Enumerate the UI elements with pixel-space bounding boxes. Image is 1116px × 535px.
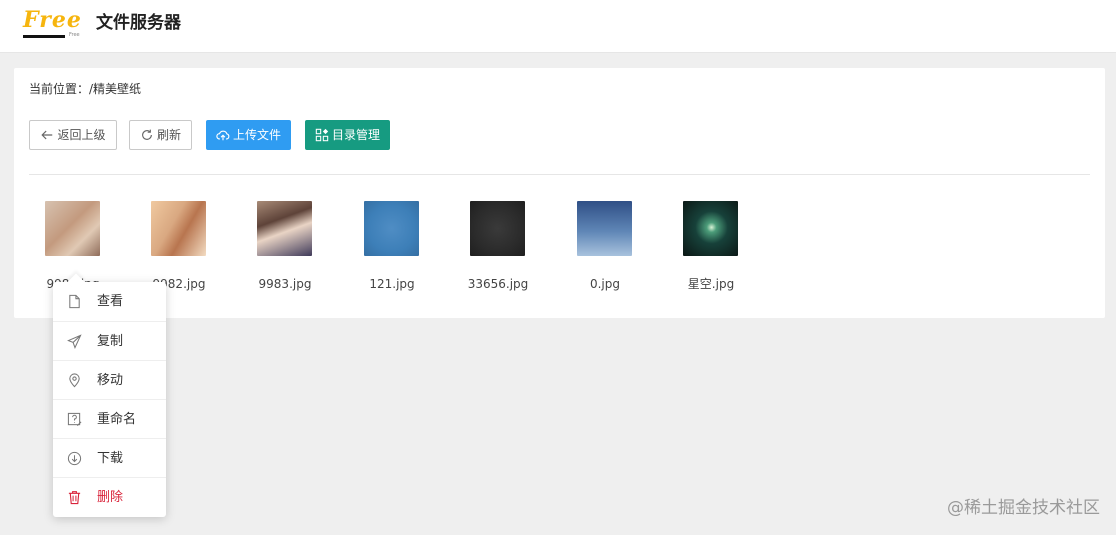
- location-pin-icon: [67, 373, 82, 388]
- menu-item-view[interactable]: 查看: [53, 282, 166, 321]
- upload-button-label: 上传文件: [232, 128, 281, 142]
- file-item[interactable]: 33656.jpg: [453, 201, 543, 301]
- file-name: 星空.jpg: [687, 277, 735, 291]
- menu-item-label: 移动: [97, 373, 124, 388]
- send-icon: [67, 334, 82, 349]
- logo-underline: [23, 35, 65, 38]
- context-menu: 查看 复制 移动 重命名 下载 删除: [53, 273, 166, 517]
- trash-icon: [67, 490, 82, 505]
- grid-manage-icon: [315, 128, 329, 142]
- menu-item-download[interactable]: 下载: [53, 438, 166, 477]
- file-thumbnail: [364, 201, 419, 256]
- cloud-upload-icon: [216, 128, 230, 142]
- upload-button[interactable]: 上传文件: [206, 120, 291, 150]
- back-button-label: 返回上级: [57, 128, 106, 142]
- file-thumbnail: [257, 201, 312, 256]
- file-browser-panel: 当前位置：/精美壁纸 返回上级 刷新 上传文件 目录管理 9981.jpg 99…: [14, 68, 1105, 318]
- directory-manage-button-label: 目录管理: [331, 128, 380, 142]
- file-item[interactable]: 星空.jpg: [666, 201, 756, 301]
- file-thumbnail: [470, 201, 525, 256]
- download-icon: [67, 451, 82, 466]
- logo[interactable]: Free Free: [23, 8, 85, 40]
- menu-item-delete[interactable]: 删除: [53, 477, 166, 516]
- menu-item-label: 删除: [97, 490, 124, 505]
- file-name: 9983.jpg: [258, 277, 312, 291]
- refresh-button-label: 刷新: [156, 128, 181, 142]
- menu-item-label: 查看: [97, 294, 124, 309]
- toolbar-divider: [29, 174, 1090, 175]
- arrow-left-icon: [40, 128, 54, 142]
- menu-item-copy[interactable]: 复制: [53, 321, 166, 360]
- file-item[interactable]: 9983.jpg: [240, 201, 330, 301]
- logo-text: Free: [23, 7, 82, 33]
- menu-item-rename[interactable]: 重命名: [53, 399, 166, 438]
- file-item[interactable]: 0.jpg: [560, 201, 650, 301]
- file-name: 0.jpg: [589, 277, 621, 291]
- file-item[interactable]: 121.jpg: [347, 201, 437, 301]
- menu-item-label: 下载: [97, 451, 124, 466]
- menu-item-label: 重命名: [97, 412, 137, 427]
- file-name: 33656.jpg: [467, 277, 529, 291]
- menu-item-move[interactable]: 移动: [53, 360, 166, 399]
- file-icon: [67, 294, 82, 309]
- refresh-icon: [140, 128, 154, 142]
- file-name: 121.jpg: [369, 277, 415, 291]
- back-button[interactable]: 返回上级: [29, 120, 117, 150]
- menu-item-label: 复制: [97, 334, 124, 349]
- app-title: 文件服务器: [96, 13, 181, 33]
- watermark: @稀土掘金技术社区: [947, 498, 1100, 518]
- app-header: Free Free 文件服务器: [0, 0, 1116, 53]
- rename-icon: [67, 412, 82, 427]
- logo-subtext: Free: [69, 32, 80, 38]
- file-thumbnail: [577, 201, 632, 256]
- file-thumbnail: [45, 201, 100, 256]
- directory-manage-button[interactable]: 目录管理: [305, 120, 390, 150]
- refresh-button[interactable]: 刷新: [129, 120, 192, 150]
- current-location: 当前位置：/精美壁纸: [29, 82, 142, 96]
- file-thumbnail: [683, 201, 738, 256]
- file-thumbnail: [151, 201, 206, 256]
